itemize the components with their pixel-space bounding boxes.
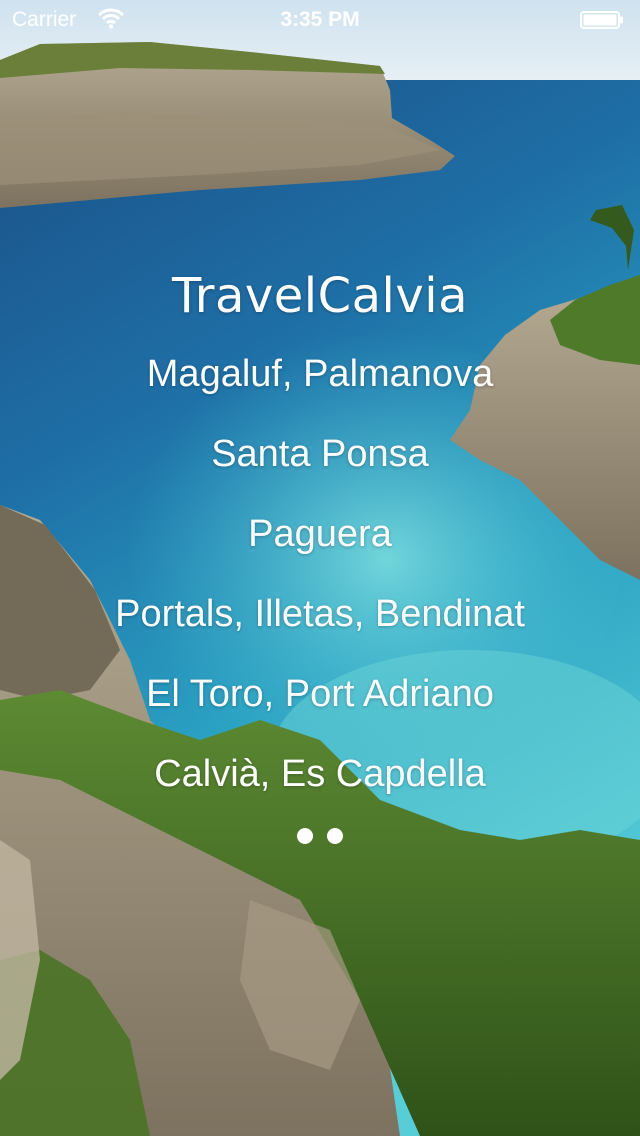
battery-icon	[580, 11, 623, 29]
page-dot[interactable]	[296, 828, 313, 844]
screen: Carrier 3:35 PM TravelCalvia Magaluf, Pa…	[0, 0, 640, 1136]
menu-item-santa-ponsa[interactable]: Santa Ponsa	[0, 414, 640, 494]
destination-menu-panel: TravelCalvia Magaluf, Palmanova Santa Po…	[0, 258, 640, 814]
app-title: TravelCalvia	[171, 268, 469, 324]
menu-item-magaluf-palmanova[interactable]: Magaluf, Palmanova	[0, 334, 640, 414]
status-time: 3:35 PM	[280, 8, 360, 31]
menu-item-paguera[interactable]: Paguera	[0, 494, 640, 574]
menu-item-portals-illetas-bendinat[interactable]: Portals, Illetas, Bendinat	[0, 574, 640, 654]
menu-item-el-toro-port-adriano[interactable]: El Toro, Port Adriano	[0, 654, 640, 734]
menu-item-calvia-es-capdella[interactable]: Calvià, Es Capdella	[0, 734, 640, 814]
page-control[interactable]	[0, 828, 640, 849]
status-bar: Carrier 3:35 PM	[0, 0, 640, 40]
page-dot[interactable]	[327, 828, 344, 844]
destination-menu: Magaluf, Palmanova Santa Ponsa Paguera P…	[0, 334, 640, 814]
